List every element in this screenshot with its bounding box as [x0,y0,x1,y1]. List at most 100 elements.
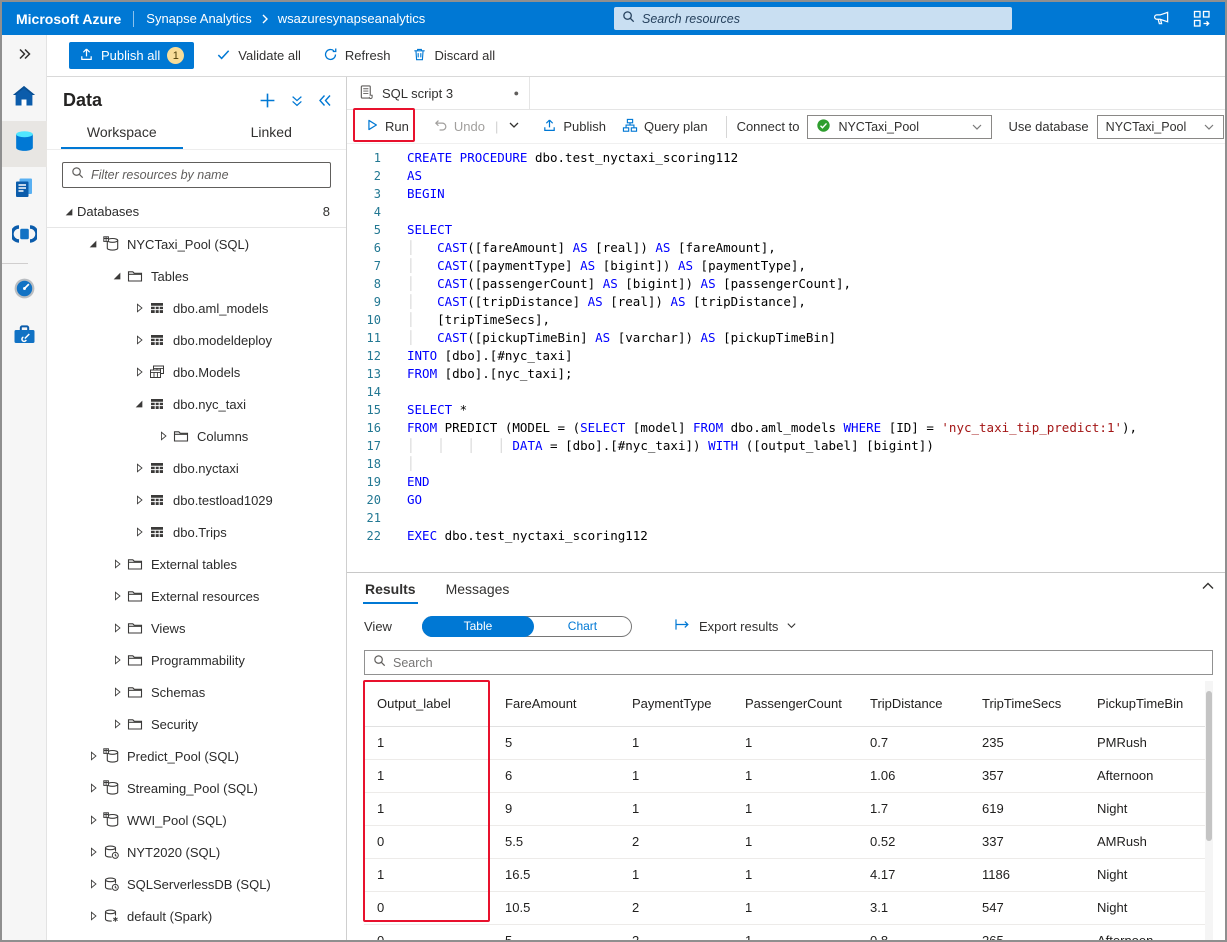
scrollbar-thumb[interactable] [1206,691,1212,841]
code-line[interactable]: 19 END [347,473,1225,491]
caret-collapsed-icon[interactable] [131,495,147,505]
add-resource-button[interactable] [259,92,276,109]
code-line[interactable]: 3 BEGIN [347,185,1225,203]
tree-item[interactable]: Programmability [47,644,346,676]
grid-column-header[interactable]: PaymentType [618,681,731,727]
code-line[interactable]: 4 [347,203,1225,221]
grid-row[interactable]: 05210.8265Afternoon [364,924,1213,940]
code-line[interactable]: 1 CREATE PROCEDURE dbo.test_nyctaxi_scori… [347,149,1225,167]
results-search-input[interactable] [393,655,1204,670]
results-search-box[interactable] [364,650,1213,675]
grid-column-header[interactable]: PassengerCount [731,681,856,727]
grid-row[interactable]: 0 5.5 2 1 0.52 337 AMRush [364,825,1213,859]
grid-row[interactable]: 1 9 1 1 1.7 619 Night [364,792,1213,826]
tree-item[interactable]: dbo.Models [47,356,346,388]
code-line[interactable]: 6 │ CAST([fareAmount] AS [real]) AS [fare… [347,239,1225,257]
azure-brand[interactable]: Microsoft Azure [2,11,121,27]
grid-column-header[interactable]: PickupTimeBin [1083,681,1213,727]
run-button[interactable]: Run [357,110,417,143]
tab-workspace[interactable]: Workspace [47,117,197,149]
code-line[interactable]: 17 │ │ │ │ DATA = [dbo].[#nyc_taxi]) WITH… [347,437,1225,455]
caret-collapsed-icon[interactable] [131,335,147,345]
tree-item[interactable]: dbo.testload1029 [47,484,346,516]
filter-resources-input[interactable] [91,168,322,182]
sidebar-item-integrate[interactable] [2,213,47,259]
tree-item[interactable]: Schemas [47,676,346,708]
view-toggle-table[interactable]: Table [421,615,534,637]
tree-item[interactable]: External tables [47,548,346,580]
tree-item[interactable]: SQLServerlessDB (SQL) [47,868,346,900]
scrollbar-track[interactable] [1205,681,1213,940]
code-line[interactable]: 13 FROM [dbo].[nyc_taxi]; [347,365,1225,383]
sidebar-item-manage[interactable] [2,314,47,360]
tree-item[interactable]: dbo.Trips [47,516,346,548]
tree-item[interactable]: Columns [47,420,346,452]
tab-results[interactable]: Results [363,581,418,604]
tree-item[interactable]: default (Spark) [47,900,346,932]
publish-button[interactable]: Publish [534,110,614,143]
caret-expanded-icon[interactable] [61,207,77,217]
grid-column-header[interactable]: Output_label [364,681,491,727]
sidebar-item-home[interactable] [2,75,47,121]
code-line[interactable]: 14 [347,383,1225,401]
code-line[interactable]: 20 GO [347,491,1225,509]
caret-collapsed-icon[interactable] [131,303,147,313]
caret-collapsed-icon[interactable] [109,559,125,569]
caret-collapsed-icon[interactable] [85,751,101,761]
workspace-switcher-icon[interactable] [1193,10,1211,28]
code-line[interactable]: 5 SELECT [347,221,1225,239]
sidebar-item-develop[interactable] [2,167,47,213]
caret-collapsed-icon[interactable] [109,655,125,665]
caret-collapsed-icon[interactable] [109,719,125,729]
grid-column-header[interactable]: TripDistance [856,681,968,727]
tab-linked[interactable]: Linked [197,117,347,149]
code-line[interactable]: 21 [347,509,1225,527]
code-line[interactable]: 11 │ CAST([pickupTimeBin] AS [varchar]) A… [347,329,1225,347]
code-line[interactable]: 12 INTO [dbo].[#nyc_taxi] [347,347,1225,365]
caret-collapsed-icon[interactable] [109,623,125,633]
code-line[interactable]: 18 │ [347,455,1225,473]
caret-collapsed-icon[interactable] [131,463,147,473]
code-line[interactable]: 10 │ [tripTimeSecs], [347,311,1225,329]
tab-messages[interactable]: Messages [444,581,512,604]
undo-button[interactable]: Undo [425,110,493,143]
export-results-button[interactable]: Export results [674,618,797,634]
code-line[interactable]: 9 │ CAST([tripDistance] AS [real]) AS [tr… [347,293,1225,311]
validate-all-button[interactable]: Validate all [216,47,301,65]
sidebar-item-monitor[interactable] [2,268,47,314]
caret-collapsed-icon[interactable] [109,591,125,601]
code-line[interactable]: 15 SELECT * [347,401,1225,419]
tree-item[interactable]: Security [47,708,346,740]
collapse-panel-icon[interactable] [318,94,332,107]
code-line[interactable]: 8 │ CAST([passengerCount] AS [bigint]) AS… [347,275,1225,293]
caret-expanded-icon[interactable] [109,271,125,281]
caret-expanded-icon[interactable] [131,399,147,409]
refresh-button[interactable]: Refresh [323,47,390,65]
breadcrumb-product[interactable]: Synapse Analytics [146,11,252,26]
tree-item[interactable]: dbo.aml_models [47,292,346,324]
sql-code-editor[interactable]: 1 CREATE PROCEDURE dbo.test_nyctaxi_scori… [347,144,1225,572]
collapse-all-icon[interactable] [290,94,304,108]
tree-item[interactable]: Tables [47,260,346,292]
tree-item[interactable]: Predict_Pool (SQL) [47,740,346,772]
tab-sql-script-3[interactable]: SQL script 3 ● [347,77,530,109]
grid-row[interactable]: 0 10.5 2 1 3.1 547 Night [364,891,1213,925]
tree-item[interactable]: Databases 8 [47,196,346,228]
grid-column-header[interactable]: TripTimeSecs [968,681,1083,727]
caret-collapsed-icon[interactable] [85,879,101,889]
undo-redo-menu-button[interactable] [500,110,528,143]
caret-expanded-icon[interactable] [85,239,101,249]
view-toggle-chart[interactable]: Chart [534,617,631,636]
grid-row[interactable]: 1 6 1 1 1.06 357 Afternoon [364,759,1213,793]
tree-item[interactable]: NYCTaxi_Pool (SQL) [47,228,346,260]
grid-column-header[interactable]: FareAmount [491,681,618,727]
tree-item[interactable]: Views [47,612,346,644]
publish-all-button[interactable]: Publish all 1 [69,42,195,69]
breadcrumb-workspace[interactable]: wsazuresynapseanalytics [278,11,425,26]
query-plan-button[interactable]: Query plan [614,110,716,143]
tree-item[interactable]: NYT2020 (SQL) [47,836,346,868]
code-line[interactable]: 7 │ CAST([paymentType] AS [bigint]) AS [p… [347,257,1225,275]
sidebar-expand-button[interactable] [2,35,46,75]
view-toggle[interactable]: Table Chart [421,615,632,637]
code-line[interactable]: 2 AS [347,167,1225,185]
